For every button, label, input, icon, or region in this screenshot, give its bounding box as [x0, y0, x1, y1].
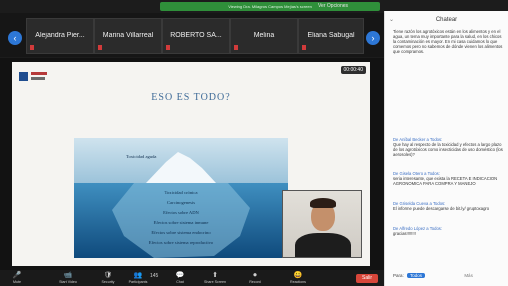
reactions-button[interactable]: 😀 Reactions: [284, 272, 312, 284]
mute-button[interactable]: 🎤 Mute: [6, 272, 28, 284]
chat-message-text: Que hay al respecto de la toxicidad y ef…: [393, 142, 503, 157]
chat-title: Chatear: [435, 17, 458, 23]
iceberg-label: Efectos sobre sistema inmune: [153, 220, 209, 225]
iceberg-label: Efectos sobre sistema endocrino: [151, 230, 211, 235]
muted-mic-icon: [302, 45, 306, 50]
participant-name: Alejandra Pier...: [35, 32, 85, 39]
chat-message: De Aníbal Becker a Todos: Que hay al res…: [393, 137, 503, 157]
chat-message-text: Tiene razón los agrotóxicos están en los…: [393, 29, 503, 54]
view-options-button[interactable]: Ver Opciones: [318, 3, 348, 9]
iceberg-label: Efectos sobre ADN: [163, 210, 199, 215]
slide-logo: [19, 70, 49, 82]
chat-message: De Gisela Otero a Todos: seria interesan…: [393, 171, 503, 186]
slide-timer: 00:00:40: [340, 66, 366, 74]
next-page-button[interactable]: ›: [366, 31, 380, 45]
chat-recipient-row: Para: Todos Más: [393, 273, 473, 278]
chat-panel: ⌄ Chatear Tiene razón los agrotóxicos es…: [384, 11, 508, 286]
chat-recipient-select[interactable]: Todos: [407, 273, 426, 278]
participants-button[interactable]: 👥 Participants: [124, 272, 152, 284]
record-icon: ⏺: [253, 272, 257, 279]
participant-name: Eliana Sabugal: [307, 32, 355, 39]
chat-more-button[interactable]: Más: [464, 273, 473, 278]
chevron-right-icon: ›: [371, 33, 375, 43]
chat-message: De Alfredo López a Todos: gracias!!!!!!!…: [393, 226, 503, 236]
microphone-icon: 🎤: [12, 272, 22, 279]
iceberg-label: Carcinogenesis: [166, 200, 196, 205]
iceberg-label: Efectos sobre sistema reproductivo: [148, 240, 214, 245]
security-button[interactable]: 🛡 Security: [96, 272, 120, 284]
leave-meeting-button[interactable]: Salir: [356, 274, 378, 283]
participant-name: ROBERTO SA...: [170, 32, 222, 39]
participant-name: Marina Villarreal: [102, 32, 154, 39]
chat-message-text: El informe puede descargarse de bit.ly/ …: [393, 206, 490, 211]
participant-tile[interactable]: Eliana Sabugal: [298, 18, 364, 54]
muted-mic-icon: [234, 45, 238, 50]
speaker-video[interactable]: [282, 190, 362, 258]
chat-message-text: gracias!!!!!!!!: [393, 231, 416, 236]
meeting-toolbar: 🎤 Mute 📹 Start Video 🛡 Security 👥 Partic…: [0, 270, 384, 286]
participants-icon: 👥: [133, 272, 143, 279]
video-camera-icon: 📹: [63, 272, 73, 279]
slide-title: ESO ES TODO?: [151, 92, 231, 103]
chat-message-text: seria interesante, que exista la RECETA …: [393, 176, 498, 186]
smiley-icon: 😀: [293, 272, 303, 279]
iceberg-label: Toxicidad crónica: [164, 190, 198, 195]
chat-message: De Griselda Cueva a Todos: El informe pu…: [393, 201, 503, 211]
muted-mic-icon: [166, 45, 170, 50]
participant-name: Melina: [253, 32, 275, 39]
muted-mic-icon: [98, 45, 102, 50]
share-screen-icon: ⬆: [212, 272, 218, 279]
participant-tile[interactable]: ROBERTO SA...: [162, 18, 230, 54]
chat-to-label: Para:: [393, 273, 404, 278]
share-screen-button[interactable]: ⬆ Share Screen: [200, 272, 230, 284]
shield-icon: 🛡: [103, 272, 113, 279]
zoom-screen-share-window: Viewing Dra. Milagros Campos Mejías's sc…: [0, 0, 508, 286]
chat-button[interactable]: 💬 Chat: [170, 272, 190, 284]
participant-tile[interactable]: Alejandra Pier...: [26, 18, 94, 54]
iceberg-image: Toxicidad aguda Toxicidad crónica Carcin…: [74, 138, 288, 262]
chat-icon: 💬: [175, 272, 185, 279]
video-button[interactable]: 📹 Start Video: [54, 272, 82, 284]
participant-count: 145: [150, 273, 159, 279]
iceberg-label: Toxicidad aguda: [126, 154, 157, 159]
participant-tile[interactable]: Melina: [230, 18, 298, 54]
muted-mic-icon: [30, 45, 34, 50]
previous-page-button[interactable]: ‹: [8, 31, 22, 45]
participant-tile[interactable]: Marina Villarreal: [94, 18, 162, 54]
record-button[interactable]: ⏺ Record: [244, 272, 266, 284]
chevron-left-icon: ‹: [13, 33, 17, 43]
